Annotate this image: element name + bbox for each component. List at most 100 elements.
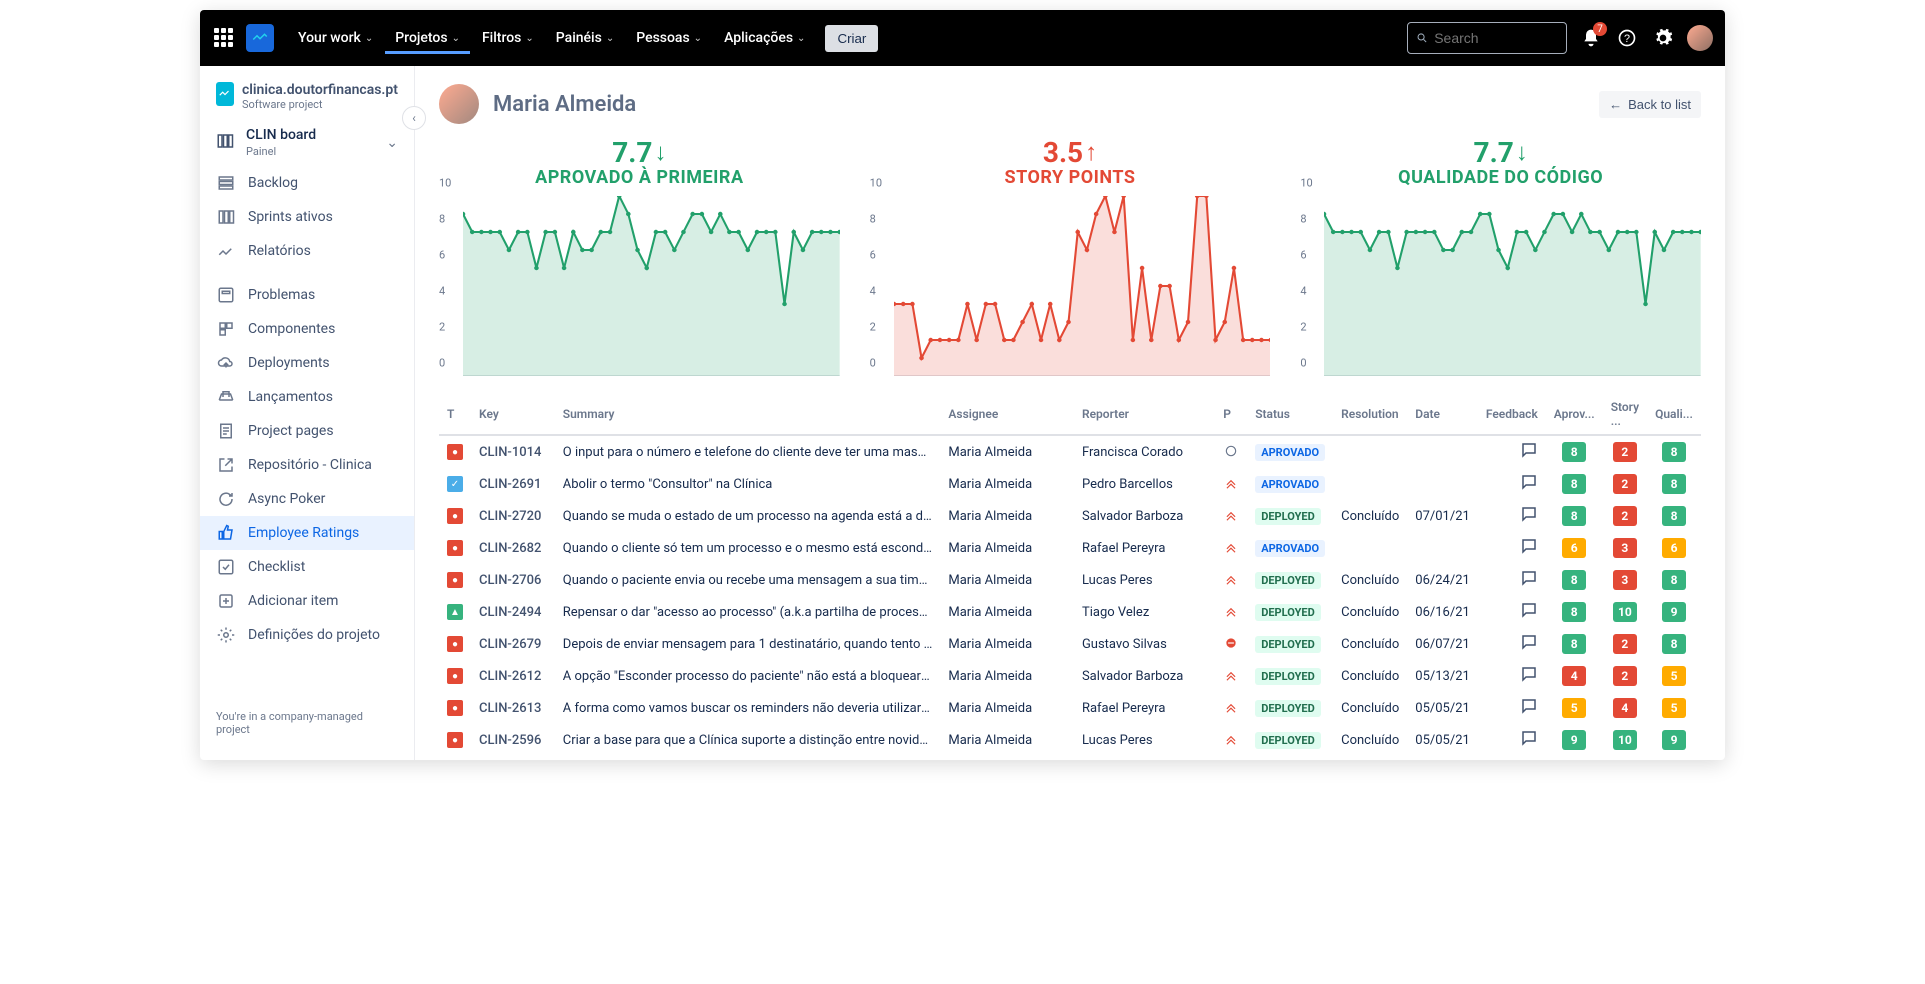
table-row[interactable]: ● CLIN-2596 Criar a base para que a Clín… bbox=[439, 724, 1701, 756]
issue-summary[interactable]: O input para o número e telefone do clie… bbox=[555, 435, 941, 468]
sidebar-item-releases[interactable]: Lançamentos bbox=[200, 380, 414, 414]
column-header[interactable]: Status bbox=[1247, 394, 1333, 435]
issue-key-link[interactable]: CLIN-1014 bbox=[479, 445, 541, 460]
table-row[interactable]: ● CLIN-2682 Quando o cliente só tem um p… bbox=[439, 532, 1701, 564]
issue-key-link[interactable]: CLIN-2682 bbox=[479, 541, 541, 556]
issue-key-link[interactable]: CLIN-2720 bbox=[479, 509, 541, 524]
app-switcher-icon[interactable] bbox=[212, 26, 236, 50]
sidebar-item-reports[interactable]: Relatórios bbox=[200, 234, 414, 268]
score-aprov: 5 bbox=[1562, 698, 1586, 718]
issue-summary[interactable]: Criar a base para que a Clínica suporte … bbox=[555, 724, 941, 756]
feedback-icon[interactable] bbox=[1520, 729, 1538, 747]
sidebar-item-pages[interactable]: Project pages bbox=[200, 414, 414, 448]
issue-key-link[interactable]: CLIN-2691 bbox=[479, 477, 541, 492]
project-type: Software project bbox=[242, 98, 398, 111]
settings-icon[interactable] bbox=[1651, 26, 1675, 50]
nav-filters[interactable]: Filtros⌄ bbox=[472, 22, 544, 54]
sidebar-item-repo[interactable]: Repositório - Clinica bbox=[200, 448, 414, 482]
issue-summary[interactable]: A forma como vamos buscar os reminders n… bbox=[555, 692, 941, 724]
component-icon bbox=[216, 320, 236, 338]
column-header[interactable]: P bbox=[1215, 394, 1247, 435]
sidebar-item-deployments[interactable]: Deployments bbox=[200, 346, 414, 380]
product-logo[interactable] bbox=[246, 24, 274, 52]
feedback-icon[interactable] bbox=[1520, 601, 1538, 619]
column-header[interactable]: Key bbox=[471, 394, 555, 435]
score-aprov: 8 bbox=[1562, 506, 1586, 526]
column-header[interactable]: Date bbox=[1407, 394, 1478, 435]
feedback-icon[interactable] bbox=[1520, 473, 1538, 491]
table-row[interactable]: ▲ CLIN-2494 Repensar o dar "acesso ao pr… bbox=[439, 596, 1701, 628]
back-to-list-button[interactable]: ←Back to list bbox=[1599, 91, 1701, 118]
y-tick: 10 bbox=[439, 177, 451, 190]
sidebar-item-add[interactable]: Adicionar item bbox=[200, 584, 414, 618]
status-badge: DEPLOYED bbox=[1255, 732, 1321, 749]
column-header[interactable]: Quali... bbox=[1647, 394, 1701, 435]
sidebar-item-active-sprints[interactable]: Sprints ativos bbox=[200, 200, 414, 234]
sidebar-item-async-poker[interactable]: Async Poker bbox=[200, 482, 414, 516]
nav-people[interactable]: Pessoas⌄ bbox=[626, 22, 712, 54]
issue-summary[interactable]: Depois de enviar mensagem para 1 destina… bbox=[555, 628, 941, 660]
metrics-charts: 7.7↓APROVADO À PRIMEIRA0246810 3.5↑STORY… bbox=[439, 136, 1701, 376]
table-row[interactable]: ● CLIN-2679 Depois de enviar mensagem pa… bbox=[439, 628, 1701, 660]
sidebar-item-backlog[interactable]: Backlog bbox=[200, 166, 414, 200]
create-button[interactable]: Criar bbox=[825, 25, 878, 52]
table-row[interactable]: ● CLIN-2613 A forma como vamos buscar os… bbox=[439, 692, 1701, 724]
project-icon bbox=[216, 82, 234, 106]
score-story: 3 bbox=[1613, 538, 1637, 558]
sidebar-item-issues[interactable]: Problemas bbox=[200, 278, 414, 312]
issue-key-link[interactable]: CLIN-2613 bbox=[479, 701, 541, 716]
issue-key-link[interactable]: CLIN-2596 bbox=[479, 733, 541, 748]
search-input[interactable] bbox=[1407, 22, 1567, 54]
issue-summary[interactable]: A opção "Esconder processo do paciente" … bbox=[555, 660, 941, 692]
issue-summary[interactable]: Quando o cliente só tem um processo e o … bbox=[555, 532, 941, 564]
column-header[interactable]: T bbox=[439, 394, 471, 435]
feedback-icon[interactable] bbox=[1520, 537, 1538, 555]
sidebar-item-settings[interactable]: Definições do projeto bbox=[200, 618, 414, 652]
nav-apps[interactable]: Aplicações⌄ bbox=[714, 22, 815, 54]
column-header[interactable]: Feedback bbox=[1478, 394, 1546, 435]
resolution bbox=[1333, 468, 1407, 500]
sidebar-board[interactable]: CLIN board Painel ⌄ bbox=[200, 127, 414, 166]
column-header[interactable]: Summary bbox=[555, 394, 941, 435]
table-row[interactable]: ● CLIN-2720 Quando se muda o estado de u… bbox=[439, 500, 1701, 532]
issue-key-link[interactable]: CLIN-2612 bbox=[479, 669, 541, 684]
feedback-icon[interactable] bbox=[1520, 441, 1538, 459]
sidebar-item-checklist[interactable]: Checklist bbox=[200, 550, 414, 584]
table-row[interactable]: ● CLIN-2612 A opção "Esconder processo d… bbox=[439, 660, 1701, 692]
user-avatar[interactable] bbox=[1687, 25, 1713, 51]
feedback-icon[interactable] bbox=[1520, 697, 1538, 715]
score-story: 2 bbox=[1613, 634, 1637, 654]
project-name: clinica.doutorfinancas.pt bbox=[242, 82, 398, 98]
feedback-icon[interactable] bbox=[1520, 633, 1538, 651]
issue-key-link[interactable]: CLIN-2706 bbox=[479, 573, 541, 588]
column-header[interactable]: Assignee bbox=[940, 394, 1074, 435]
issue-summary[interactable]: Quando o paciente envia ou recebe uma me… bbox=[555, 564, 941, 596]
column-header[interactable]: Story ... bbox=[1603, 394, 1647, 435]
table-row[interactable]: ✓ CLIN-2691 Abolir o termo "Consultor" n… bbox=[439, 468, 1701, 500]
column-header[interactable]: Reporter bbox=[1074, 394, 1215, 435]
date: 06/07/21 bbox=[1407, 628, 1478, 660]
thumb-up-icon bbox=[216, 524, 236, 542]
reporter: Rafael Pereyra bbox=[1074, 532, 1215, 564]
feedback-icon[interactable] bbox=[1520, 569, 1538, 587]
sidebar-collapse-button[interactable]: ‹ bbox=[402, 106, 426, 130]
table-row[interactable]: ● CLIN-2706 Quando o paciente envia ou r… bbox=[439, 564, 1701, 596]
issue-key-link[interactable]: CLIN-2679 bbox=[479, 637, 541, 652]
notifications-icon[interactable]: 7 bbox=[1579, 26, 1603, 50]
sidebar-item-employee-ratings[interactable]: Employee Ratings bbox=[200, 516, 414, 550]
nav-your-work[interactable]: Your work⌄ bbox=[288, 22, 383, 54]
table-row[interactable]: ● CLIN-1014 O input para o número e tele… bbox=[439, 435, 1701, 468]
nav-projects[interactable]: Projetos⌄ bbox=[385, 22, 470, 54]
column-header[interactable]: Resolution bbox=[1333, 394, 1407, 435]
feedback-icon[interactable] bbox=[1520, 665, 1538, 683]
nav-dashboards[interactable]: Painéis⌄ bbox=[546, 22, 624, 54]
column-header[interactable]: Aprov... bbox=[1546, 394, 1603, 435]
issue-summary[interactable]: Abolir o termo "Consultor" na Clínica bbox=[555, 468, 941, 500]
feedback-icon[interactable] bbox=[1520, 505, 1538, 523]
sidebar-item-components[interactable]: Componentes bbox=[200, 312, 414, 346]
issue-summary[interactable]: Repensar o dar "acesso ao processo" (a.k… bbox=[555, 596, 941, 628]
project-header[interactable]: clinica.doutorfinancas.pt Software proje… bbox=[200, 82, 414, 127]
issue-summary[interactable]: Quando se muda o estado de um processo n… bbox=[555, 500, 941, 532]
issue-key-link[interactable]: CLIN-2494 bbox=[479, 605, 541, 620]
help-icon[interactable]: ? bbox=[1615, 26, 1639, 50]
